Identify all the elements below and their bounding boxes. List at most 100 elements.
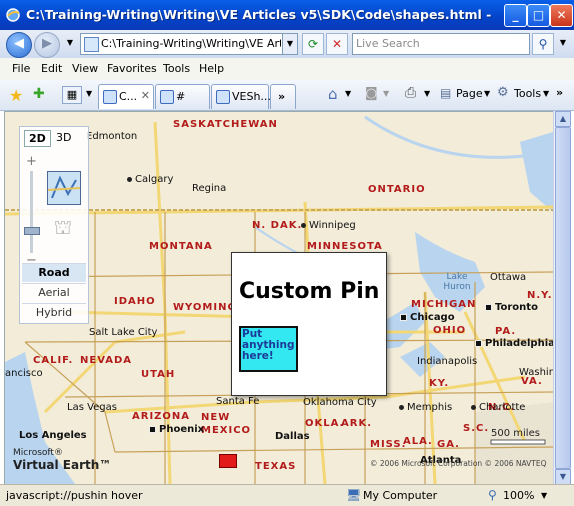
- menu-file[interactable]: File: [12, 62, 30, 75]
- menu-view[interactable]: View: [72, 62, 98, 75]
- hybrid-mode-button[interactable]: Hybrid: [22, 303, 86, 322]
- state-label: PA.: [495, 326, 517, 337]
- status-bar: javascript://pushin hover 🖥 My Computer …: [0, 484, 574, 506]
- new-tab-button[interactable]: [297, 84, 315, 108]
- lake-label: Lake Huron: [443, 272, 471, 292]
- page-menu-icon: ▤: [440, 86, 452, 100]
- search-icon[interactable]: ⚲: [532, 33, 554, 55]
- tools-menu[interactable]: Tools: [514, 87, 541, 100]
- state-label: N. DAK.: [252, 220, 303, 231]
- address-dropdown-icon[interactable]: ▼: [282, 34, 297, 54]
- navigation-bar: ◀ ▶ ▼ C:\Training-Writing\Writing\VE Art…: [0, 30, 574, 59]
- state-label: CALIF.: [33, 355, 74, 366]
- home-icon[interactable]: ⌂: [328, 85, 338, 103]
- feeds-dropdown-icon[interactable]: ▼: [383, 89, 389, 98]
- close-tab-icon[interactable]: ✕: [141, 89, 150, 102]
- menu-help[interactable]: Help: [199, 62, 224, 75]
- state-label: ONTARIO: [368, 184, 426, 195]
- tab-shapes[interactable]: C... ✕: [98, 84, 154, 109]
- back-button[interactable]: ◀: [6, 32, 32, 58]
- state-label: OKLA.: [305, 418, 345, 429]
- zoom-magnifier-icon: ⚲: [488, 488, 497, 502]
- map-style-thumbnail-icon[interactable]: [47, 171, 81, 205]
- state-label: ALA.: [403, 436, 433, 447]
- page-dropdown-icon[interactable]: ▼: [484, 89, 490, 98]
- state-label: ARIZONA: [132, 411, 191, 422]
- state-label: IDAHO: [114, 296, 156, 307]
- scroll-down-icon[interactable]: ▼: [555, 469, 571, 485]
- window-titlebar: C:\Training-Writing\Writing\VE Articles …: [0, 0, 574, 30]
- history-dropdown-icon[interactable]: ▼: [60, 33, 80, 53]
- zoom-slider-handle[interactable]: [24, 227, 40, 235]
- maximize-button[interactable]: □: [527, 4, 550, 27]
- menu-tools[interactable]: Tools: [163, 62, 190, 75]
- minimize-button[interactable]: _: [504, 4, 527, 27]
- state-label: MICHIGAN: [411, 299, 477, 310]
- stop-icon[interactable]: ✕: [326, 33, 348, 55]
- favorites-star-icon[interactable]: ★: [9, 86, 23, 105]
- ie-icon: [5, 7, 21, 23]
- birdseye-icon[interactable]: ⛫: [47, 215, 79, 245]
- city-label: Los Angeles: [19, 430, 87, 441]
- zoom-in-icon[interactable]: +: [26, 154, 37, 169]
- view-2d-button[interactable]: 2D: [24, 130, 51, 147]
- state-label: GA.: [437, 439, 460, 450]
- state-label: S.C.: [463, 423, 490, 434]
- zoom-dropdown-icon[interactable]: ▼: [541, 491, 547, 500]
- state-label: SASKATCHEWAN: [173, 119, 278, 130]
- feeds-icon[interactable]: ◙: [365, 86, 378, 101]
- tools-gear-icon: ⚙: [497, 85, 509, 100]
- zoom-level[interactable]: 100%: [503, 489, 534, 502]
- address-bar[interactable]: C:\Training-Writing\Writing\VE Articles …: [80, 33, 298, 55]
- scroll-up-icon[interactable]: ▲: [555, 111, 571, 127]
- menu-bar: File Edit View Favorites Tools Help: [0, 58, 574, 81]
- zoom-slider-track[interactable]: [30, 171, 33, 253]
- city-label: Ottawa: [490, 272, 527, 283]
- forward-button[interactable]: ▶: [34, 32, 60, 58]
- aerial-mode-button[interactable]: Aerial: [22, 283, 86, 302]
- address-text: C:\Training-Writing\Writing\VE Articles …: [101, 37, 281, 50]
- tab-veshapes[interactable]: VESh...: [211, 84, 271, 109]
- menu-favorites[interactable]: Favorites: [107, 62, 157, 75]
- more-tabs-button[interactable]: »: [270, 84, 296, 109]
- search-options-icon[interactable]: ▼: [553, 33, 573, 53]
- refresh-icon[interactable]: ⟳: [302, 33, 324, 55]
- add-favorite-icon[interactable]: ✚: [33, 86, 45, 102]
- home-dropdown-icon[interactable]: ▼: [345, 89, 351, 98]
- print-dropdown-icon[interactable]: ▼: [424, 89, 430, 98]
- quick-tabs-icon[interactable]: ▦: [62, 86, 82, 104]
- view-3d-button[interactable]: 3D: [52, 130, 75, 145]
- tab-hash[interactable]: #: [155, 84, 210, 109]
- state-label: NEVADA: [80, 355, 133, 366]
- road-mode-button[interactable]: Road: [22, 263, 86, 282]
- toolbar-overflow-icon[interactable]: »: [556, 86, 563, 99]
- city-label: Philadelphia: [475, 338, 553, 349]
- pushpin-icon[interactable]: [219, 454, 237, 468]
- state-label: MONTANA: [149, 241, 213, 252]
- computer-zone-icon: 🖥: [346, 488, 362, 502]
- security-zone: My Computer: [363, 489, 438, 502]
- scrollbar-thumb[interactable]: [555, 127, 571, 469]
- virtual-earth-logo: Microsoft® Virtual Earth™: [13, 448, 111, 472]
- print-icon[interactable]: ⎙: [405, 85, 416, 101]
- tab-list-icon[interactable]: ▼: [86, 89, 92, 98]
- city-label: ancisco: [5, 368, 43, 379]
- city-label: Calgary: [127, 174, 173, 185]
- city-label: Toronto: [485, 302, 538, 313]
- tools-dropdown-icon[interactable]: ▼: [543, 89, 549, 98]
- city-label: Edmonton: [86, 131, 138, 142]
- map-viewport[interactable]: SASKATCHEWAN ONTARIO N. DAK. MONTANA MIN…: [4, 111, 554, 485]
- menu-edit[interactable]: Edit: [41, 62, 62, 75]
- city-label: Regina: [192, 183, 227, 194]
- city-label: Dallas: [275, 431, 310, 442]
- custom-pin-popup: Custom Pin Put anything here!: [231, 252, 387, 396]
- search-input[interactable]: Live Search: [352, 33, 530, 55]
- city-label: Las Vegas: [67, 402, 117, 413]
- city-label: Phoenix: [149, 424, 204, 435]
- page-menu[interactable]: Page: [456, 87, 483, 100]
- command-toolbar: ★ ✚ ▦ ▼ C... ✕ # VESh... » ⌂ ▼ ◙ ▼ ⎙ ▼ ▤…: [0, 80, 574, 111]
- vertical-scrollbar[interactable]: ▲ ▼: [553, 111, 571, 485]
- close-button[interactable]: ✕: [550, 4, 573, 27]
- city-label: Memphis: [399, 402, 452, 413]
- state-label: N.Y.: [527, 290, 553, 301]
